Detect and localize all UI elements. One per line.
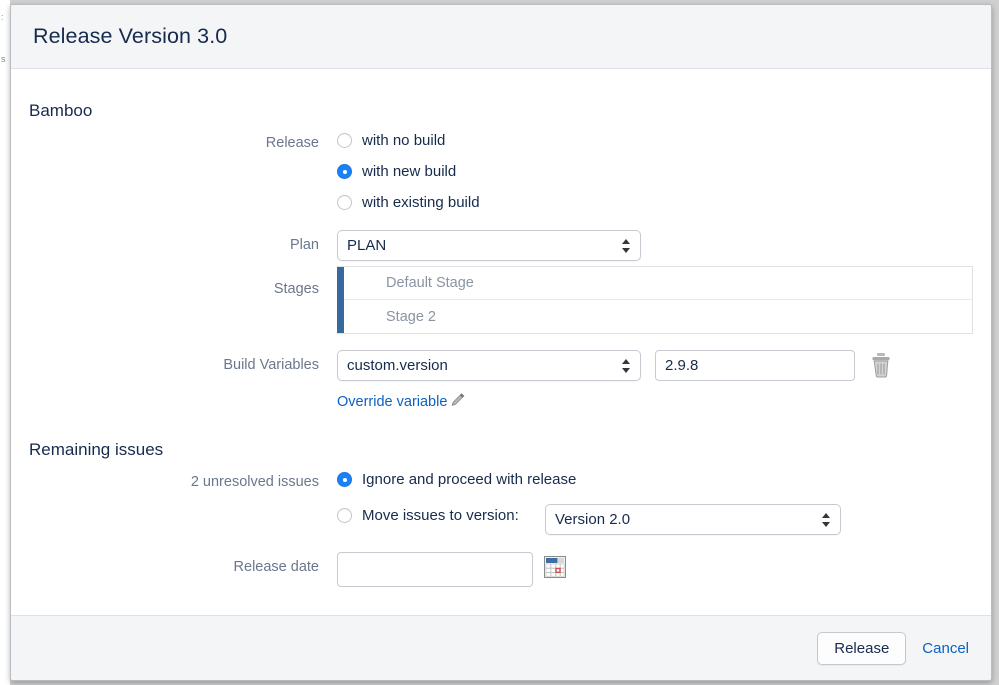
- label-unresolved-issues: 2 unresolved issues: [11, 474, 319, 490]
- move-to-version-select[interactable]: Version 2.0: [545, 504, 841, 535]
- radio-indicator-ignore-and-proceed[interactable]: [337, 472, 352, 487]
- label-release-date: Release date: [11, 559, 319, 575]
- radio-indicator-move-issues[interactable]: [337, 508, 352, 523]
- radio-label-ignore-and-proceed: Ignore and proceed with release: [362, 471, 576, 488]
- calendar-icon[interactable]: [544, 556, 566, 583]
- section-heading-bamboo: Bamboo: [29, 101, 92, 121]
- radio-indicator-with-existing-build[interactable]: [337, 195, 352, 210]
- radio-indicator-with-no-build[interactable]: [337, 133, 352, 148]
- stages-accent-bar: [337, 267, 344, 333]
- label-plan: Plan: [11, 237, 319, 253]
- release-date-input[interactable]: [337, 552, 533, 587]
- trash-icon[interactable]: [869, 350, 893, 385]
- radio-label-with-new-build: with new build: [362, 163, 456, 180]
- stages-list: Default Stage Stage 2: [337, 266, 973, 334]
- pencil-icon: [449, 392, 466, 412]
- radio-label-with-no-build: with no build: [362, 132, 445, 149]
- screen: : s Release Version 3.0 Bamboo Release w…: [0, 0, 999, 685]
- build-variable-name-value: custom.version: [347, 357, 448, 374]
- radio-indicator-with-new-build[interactable]: [337, 164, 352, 179]
- radio-option-with-no-build[interactable]: with no build: [337, 132, 445, 149]
- plan-select[interactable]: PLAN: [337, 230, 641, 261]
- background-page-sliver: : s: [0, 0, 10, 685]
- label-release: Release: [11, 135, 319, 151]
- label-build-variables: Build Variables: [11, 357, 319, 373]
- release-button[interactable]: Release: [817, 632, 906, 665]
- plan-select-value: PLAN: [347, 237, 386, 254]
- build-variable-name-select[interactable]: custom.version: [337, 350, 641, 381]
- chevron-updown-icon: [622, 358, 631, 374]
- dialog-body: Bamboo Release with no build with new bu…: [11, 69, 991, 615]
- move-to-version-value: Version 2.0: [555, 511, 630, 528]
- chevron-updown-icon: [822, 512, 831, 528]
- radio-option-with-existing-build[interactable]: with existing build: [337, 194, 480, 211]
- stage-list-item[interactable]: Default Stage: [337, 267, 972, 300]
- radio-label-with-existing-build: with existing build: [362, 194, 480, 211]
- dialog-footer: Release Cancel: [11, 615, 991, 680]
- cancel-link[interactable]: Cancel: [922, 640, 969, 657]
- override-variable-link[interactable]: Override variable: [337, 392, 466, 412]
- build-variable-value-input[interactable]: 2.9.8: [655, 350, 855, 381]
- stage-label: Stage 2: [386, 309, 436, 325]
- stage-label: Default Stage: [386, 275, 474, 291]
- page-title: Release Version 3.0: [33, 24, 227, 49]
- radio-option-move-issues[interactable]: Move issues to version:: [337, 507, 519, 524]
- section-heading-remaining-issues: Remaining issues: [29, 440, 163, 460]
- chevron-updown-icon: [622, 238, 631, 254]
- build-variable-value-text: 2.9.8: [665, 357, 698, 374]
- radio-option-ignore-and-proceed[interactable]: Ignore and proceed with release: [337, 471, 576, 488]
- override-variable-label: Override variable: [337, 394, 447, 410]
- radio-label-move-issues: Move issues to version:: [362, 507, 519, 524]
- label-stages: Stages: [11, 281, 319, 297]
- release-version-dialog: Release Version 3.0 Bamboo Release with …: [10, 4, 992, 681]
- stage-list-item[interactable]: Stage 2: [337, 300, 972, 333]
- dialog-header: Release Version 3.0: [11, 5, 991, 69]
- radio-option-with-new-build[interactable]: with new build: [337, 163, 456, 180]
